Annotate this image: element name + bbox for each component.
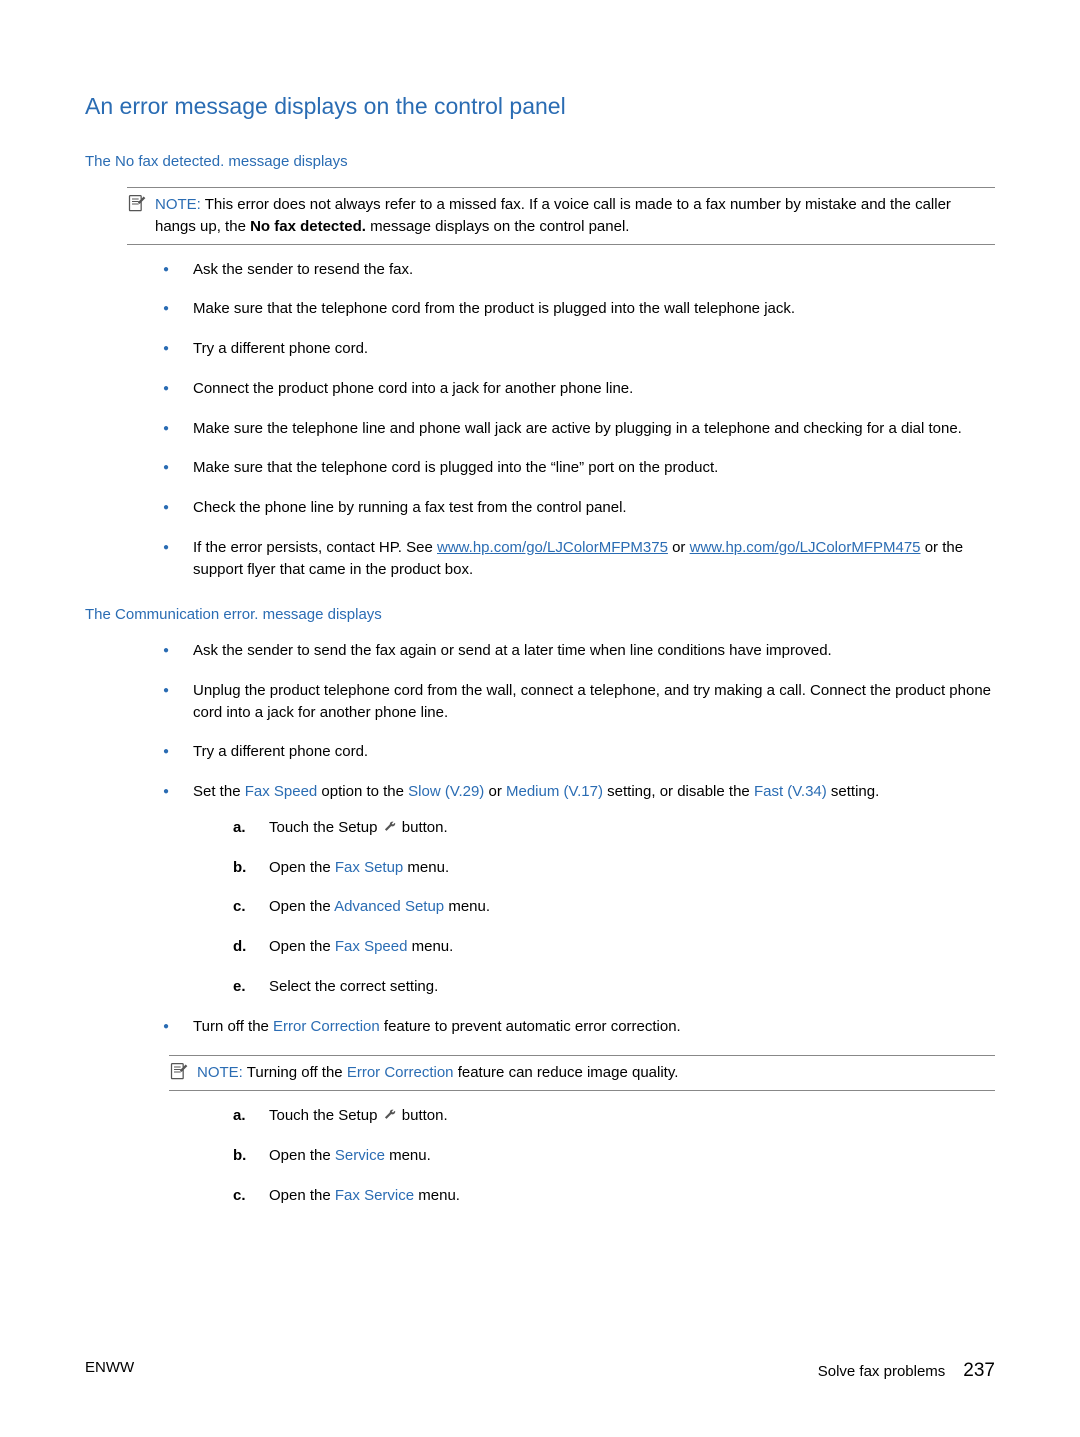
footer-section: Solve fax problems <box>818 1361 946 1383</box>
list-item: Make sure that the telephone cord from t… <box>163 298 995 320</box>
step-item: e. Select the correct setting. <box>233 976 995 998</box>
ui-term: Fast (V.34) <box>754 783 827 800</box>
document-page: An error message displays on the control… <box>0 0 1080 1437</box>
list-item: Ask the sender to resend the fax. <box>163 259 995 281</box>
ordered-steps: a. Touch the Setup button. b. Open the F… <box>233 817 995 998</box>
ui-term: Fax Speed <box>335 938 408 955</box>
list-item: Ask the sender to send the fax again or … <box>163 640 995 662</box>
note-text: feature can reduce image quality. <box>454 1064 679 1081</box>
list-item: Set the Fax Speed option to the Slow (V.… <box>163 781 995 998</box>
list-item: Make sure that the telephone cord is plu… <box>163 457 995 479</box>
ui-term: Advanced Setup <box>334 898 444 915</box>
ordered-steps: a. Touch the Setup button. b. Open the S… <box>233 1105 995 1206</box>
step-item: c. Open the Advanced Setup menu. <box>233 896 995 918</box>
link-m475[interactable]: www.hp.com/go/LJColorMFPM475 <box>690 539 921 556</box>
page-number: 237 <box>963 1357 995 1385</box>
step-item: c. Open the Fax Service menu. <box>233 1185 995 1207</box>
wrench-icon <box>382 1108 398 1122</box>
note-label: NOTE: <box>155 196 201 213</box>
bullet-list: Ask the sender to send the fax again or … <box>163 640 995 1037</box>
note-text: message displays on the control panel. <box>366 218 630 235</box>
page-footer: ENWW Solve fax problems 237 <box>85 1357 995 1385</box>
list-item: Try a different phone cord. <box>163 741 995 763</box>
list-item: Turn off the Error Correction feature to… <box>163 1016 995 1038</box>
note-icon <box>127 194 147 214</box>
note-block: NOTE: Turning off the Error Correction f… <box>169 1055 995 1091</box>
section-heading-comm-error: The Communication error. message display… <box>85 604 995 626</box>
page-title: An error message displays on the control… <box>85 90 995 123</box>
list-item: Check the phone line by running a fax te… <box>163 497 995 519</box>
ui-term: Error Correction <box>347 1064 454 1081</box>
ui-term: Service <box>335 1147 385 1164</box>
list-item: If the error persists, contact HP. See w… <box>163 537 995 581</box>
footer-left: ENWW <box>85 1357 134 1385</box>
step-item: b. Open the Service menu. <box>233 1145 995 1167</box>
ui-term: Fax Service <box>335 1187 414 1204</box>
step-item: b. Open the Fax Setup menu. <box>233 857 995 879</box>
list-item: Connect the product phone cord into a ja… <box>163 378 995 400</box>
step-item: d. Open the Fax Speed menu. <box>233 936 995 958</box>
step-item: a. Touch the Setup button. <box>233 1105 995 1127</box>
ui-term: Error Correction <box>273 1018 380 1035</box>
note-bold: No fax detected. <box>250 218 366 235</box>
ui-term: Fax Speed <box>245 783 318 800</box>
wrench-icon <box>382 820 398 834</box>
note-text: Turning off the <box>247 1064 347 1081</box>
ui-term: Fax Setup <box>335 859 403 876</box>
list-item: Make sure the telephone line and phone w… <box>163 418 995 440</box>
ui-term: Slow (V.29) <box>408 783 484 800</box>
bullet-list: Ask the sender to resend the fax. Make s… <box>163 259 995 581</box>
list-item: Unplug the product telephone cord from t… <box>163 680 995 724</box>
note-block: NOTE: This error does not always refer t… <box>127 187 995 245</box>
step-item: a. Touch the Setup button. <box>233 817 995 839</box>
note-icon <box>169 1062 189 1082</box>
section-heading-no-fax: The No fax detected. message displays <box>85 151 995 173</box>
ui-term: Medium (V.17) <box>506 783 603 800</box>
note-label: NOTE: <box>197 1064 243 1081</box>
link-m375[interactable]: www.hp.com/go/LJColorMFPM375 <box>437 539 668 556</box>
list-item: Try a different phone cord. <box>163 338 995 360</box>
